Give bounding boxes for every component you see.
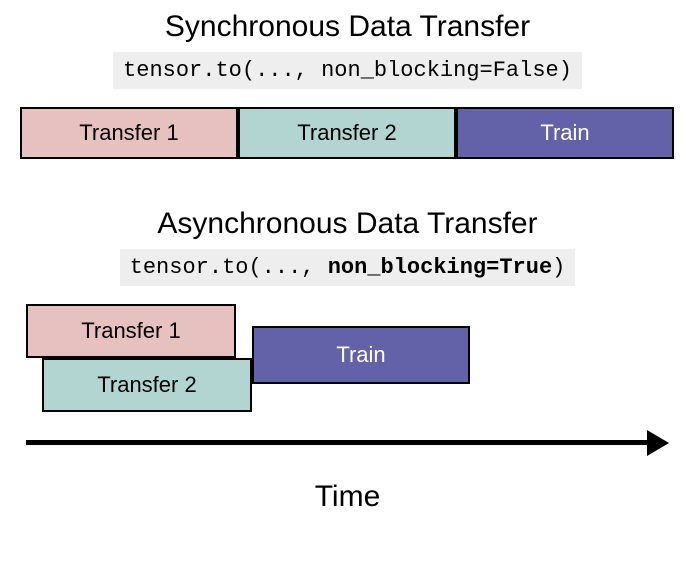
sync-title: Synchronous Data Transfer (20, 10, 675, 44)
async-timeline: Transfer 1 Transfer 2 Train (20, 304, 675, 414)
time-axis-line (26, 440, 653, 445)
async-train-block: Train (252, 326, 470, 384)
async-code-prefix: tensor.to(..., (130, 255, 328, 280)
async-title: Asynchronous Data Transfer (20, 207, 675, 241)
async-code-box: tensor.to(..., non_blocking=True) (120, 249, 576, 286)
sync-code-box: tensor.to(..., non_blocking=False) (113, 52, 582, 89)
time-axis (20, 434, 675, 474)
sync-transfer2-block: Transfer 2 (238, 107, 456, 159)
sync-timeline: Transfer 1 Transfer 2 Train (20, 107, 675, 159)
async-transfer2-block: Transfer 2 (42, 358, 252, 412)
time-axis-label: Time (20, 480, 675, 514)
sync-code-arg: non_blocking=False (321, 58, 559, 83)
sync-train-block: Train (456, 107, 674, 159)
sync-code-suffix: ) (559, 58, 572, 83)
async-code-arg: non_blocking=True (328, 255, 552, 280)
async-transfer1-block: Transfer 1 (26, 304, 236, 358)
sync-code-prefix: tensor.to(..., (123, 58, 321, 83)
async-code-suffix: ) (552, 255, 565, 280)
sync-transfer1-block: Transfer 1 (20, 107, 238, 159)
arrow-right-icon (647, 430, 669, 456)
